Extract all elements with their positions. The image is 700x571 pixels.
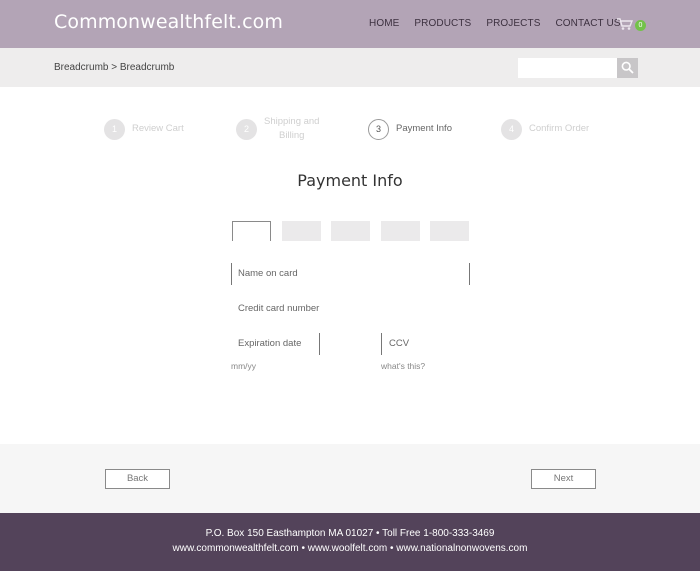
step-number: 4 [501,118,522,140]
step-number: 3 [368,118,389,140]
card-type-option-1[interactable] [232,221,271,241]
card-type-option-2[interactable] [282,221,321,241]
ccv-field-border [381,333,382,355]
cart-icon [617,18,634,30]
name-field-right-border [469,263,470,285]
nav-products[interactable]: PRODUCTS [414,18,471,29]
button-area: Back Next [0,444,700,513]
expiration-field-border [319,333,320,355]
nav-home[interactable]: HOME [369,18,399,29]
step-label-line1: Shipping and [264,116,320,127]
nav-projects[interactable]: PROJECTS [486,18,540,29]
credit-card-number-field[interactable]: Credit card number [238,303,319,314]
search-input[interactable] [518,58,618,78]
footer-address: P.O. Box 150 Easthampton MA 01027 • Toll… [205,528,495,539]
step-label: Confirm Order [529,123,590,134]
breadcrumb[interactable]: Breadcrumb > Breadcrumb [54,62,174,73]
footer-links[interactable]: www.commonwealthfelt.com • www.woolfelt.… [0,543,700,554]
step-label: Review Cart [132,123,184,134]
page-title: Payment Info [297,171,403,190]
nav-contact-us[interactable]: CONTACT US [555,18,620,29]
cart-button[interactable]: 0 [616,17,648,33]
name-field-left-border [231,263,232,285]
step-label: Shipping and Billing [264,116,319,142]
card-type-option-3[interactable] [331,221,370,241]
card-type-option-4[interactable] [381,221,420,241]
step-shipping-billing[interactable]: 2 Shipping and Billing [236,116,319,142]
breadcrumb-bar: Breadcrumb > Breadcrumb [0,48,700,87]
site-header: Commonwealthfelt.com HOME PRODUCTS PROJE… [0,0,700,48]
ccv-field[interactable]: CCV [389,338,409,349]
site-logo[interactable]: Commonwealthfelt.com [54,11,283,33]
card-type-option-5[interactable] [430,221,469,241]
expiration-hint: mm/yy [231,361,257,371]
name-on-card-field[interactable]: Name on card [238,268,298,279]
step-number: 1 [104,118,125,140]
step-review-cart[interactable]: 1 Review Cart [104,118,184,140]
step-label-line2: Billing [279,130,305,141]
site-footer: P.O. Box 150 Easthampton MA 01027 • Toll… [0,513,700,571]
cart-count-badge: 0 [635,20,646,31]
back-button[interactable]: Back [105,469,170,489]
next-button[interactable]: Next [531,469,596,489]
search-icon [621,61,634,74]
step-label: Payment Info [396,123,452,134]
main-nav: HOME PRODUCTS PROJECTS CONTACT US [369,18,636,29]
step-payment-info[interactable]: 3 Payment Info [368,118,452,140]
search-button[interactable] [617,58,638,78]
expiration-date-field[interactable]: Expiration date [238,338,301,349]
step-number: 2 [236,118,257,140]
ccv-help-link[interactable]: what's this? [381,361,425,371]
step-confirm-order[interactable]: 4 Confirm Order [501,118,589,140]
